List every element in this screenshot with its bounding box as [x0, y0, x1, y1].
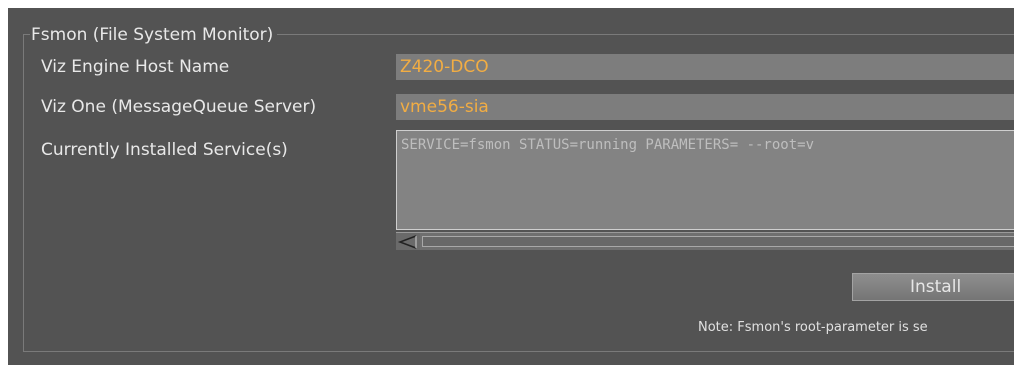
root-parameter-note: Note: Fsmon's root-parameter is se — [698, 320, 928, 335]
host-name-field[interactable]: Z420-DCO — [396, 54, 1014, 80]
installed-services-label: Currently Installed Service(s) — [41, 140, 288, 160]
scroll-track[interactable] — [422, 236, 1014, 247]
horizontal-scrollbar[interactable] — [396, 232, 1014, 250]
installed-services-textarea[interactable]: SERVICE=fsmon STATUS=running PARAMETERS=… — [396, 130, 1014, 230]
host-name-label: Viz Engine Host Name — [41, 57, 230, 77]
message-queue-field[interactable]: vme56-sia — [396, 94, 1014, 120]
message-queue-label: Viz One (MessageQueue Server) — [41, 97, 317, 117]
group-title: Fsmon (File System Monitor) — [30, 25, 278, 45]
scroll-left-arrow[interactable] — [396, 233, 420, 250]
scroll-left-icon — [397, 235, 417, 249]
install-button[interactable]: Install — [852, 273, 1014, 301]
